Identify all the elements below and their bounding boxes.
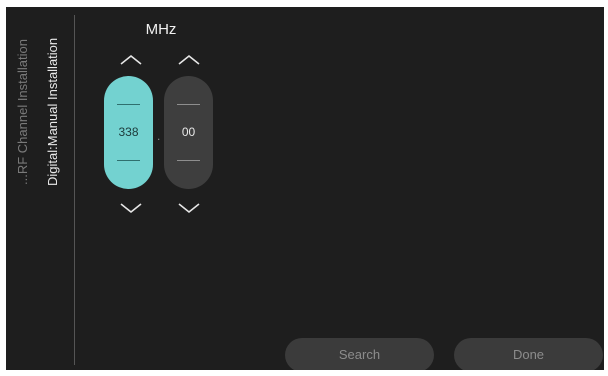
spinner-line-bottom (117, 160, 140, 161)
integer-increase-chevron-up-icon[interactable] (118, 53, 144, 67)
frequency-integer-spinner[interactable]: 338 (104, 76, 153, 189)
frequency-unit-label: MHz (145, 21, 177, 38)
search-button[interactable]: Search (285, 338, 434, 370)
done-button[interactable]: Done (454, 338, 603, 370)
spinner-line-bottom (177, 160, 200, 161)
breadcrumb-previous[interactable]: ...RF Channel Installation (15, 39, 31, 185)
spinner-line-top (117, 104, 140, 105)
manual-installation-screen: ...RF Channel Installation Digital:Manua… (6, 7, 604, 370)
frequency-decimal-value: 00 (181, 125, 196, 139)
breadcrumb-current: Digital:Manual Installation (45, 37, 60, 186)
frequency-integer-value: 338 (118, 125, 139, 139)
sidebar-divider (74, 15, 75, 365)
decimal-separator: . (157, 129, 161, 143)
frequency-decimal-spinner[interactable]: 00 (164, 76, 213, 189)
decimal-decrease-chevron-down-icon[interactable] (176, 201, 202, 215)
spinner-line-top (177, 104, 200, 105)
integer-decrease-chevron-down-icon[interactable] (118, 201, 144, 215)
decimal-increase-chevron-up-icon[interactable] (176, 53, 202, 67)
